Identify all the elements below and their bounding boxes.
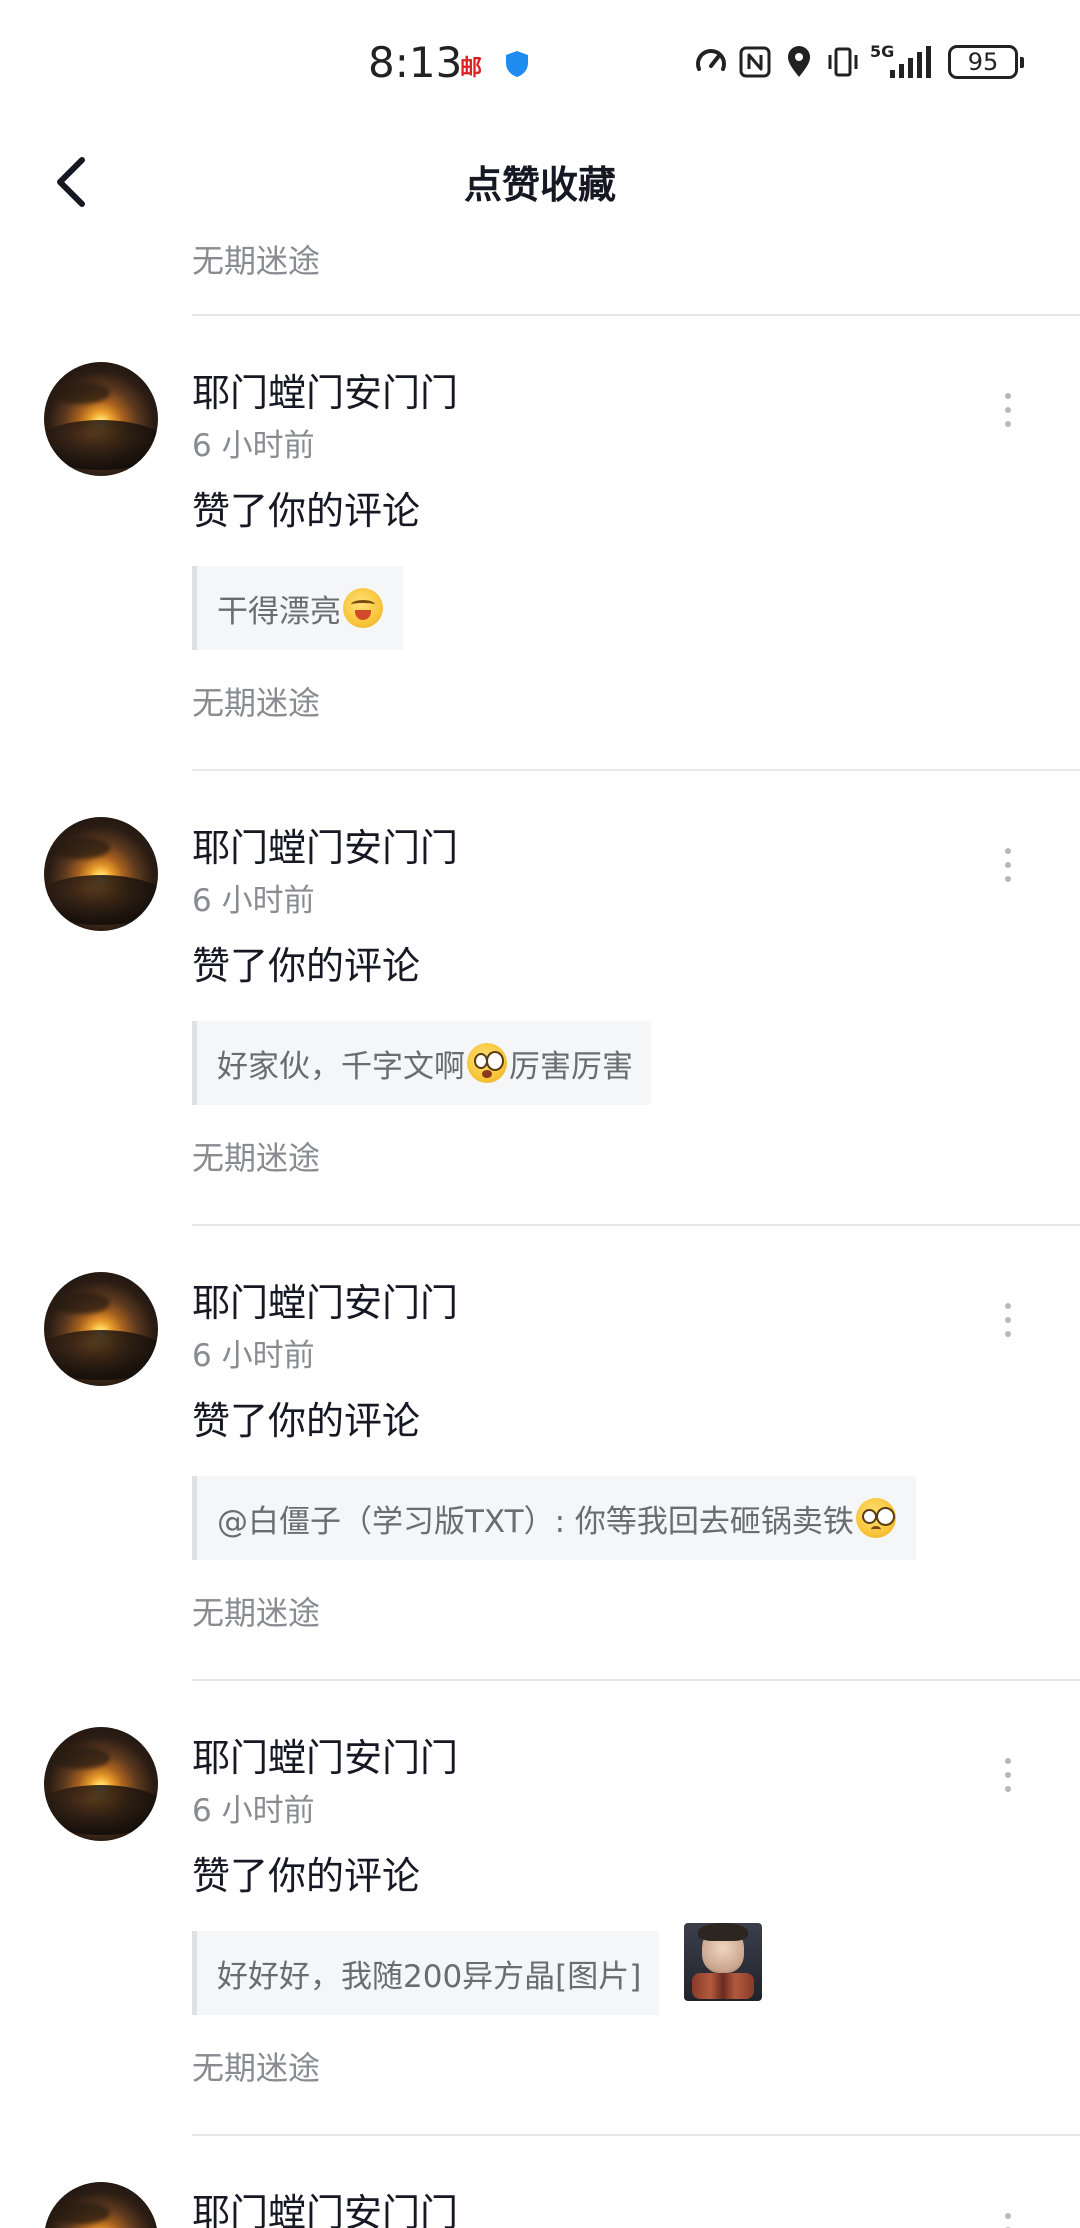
quoted-comment[interactable]: 好好好，我随200异方晶[图片] xyxy=(192,1931,660,2015)
quoted-comment[interactable]: @白僵子（学习版TXT）: 你等我回去砸锅卖铁 xyxy=(192,1476,916,1560)
shield-icon xyxy=(506,51,528,77)
action-text: 赞了你的评论 xyxy=(192,944,421,988)
blush-emoji-icon xyxy=(343,588,383,628)
signal-icon: 5G xyxy=(870,44,934,80)
divider xyxy=(192,1224,1080,1226)
more-options-button[interactable] xyxy=(992,1290,1024,1350)
battery-level: 95 xyxy=(967,48,999,76)
quote-text: @白僵子（学习版TXT）: 你等我回去砸锅卖铁 xyxy=(217,1503,854,1540)
source-label[interactable]: 无期迷途 xyxy=(192,1588,320,1634)
username[interactable]: 耶门螳门安门门 xyxy=(192,2182,458,2228)
avatar[interactable] xyxy=(44,362,158,476)
divider xyxy=(192,1679,1080,1681)
divider xyxy=(192,2134,1080,2136)
nav-header: 点赞收藏 xyxy=(0,128,1080,228)
mail-notification-icon: 邮 xyxy=(460,56,483,81)
action-text: 赞了你的评论 xyxy=(192,1399,421,1443)
battery-icon: 95 xyxy=(948,45,1024,79)
more-options-button[interactable] xyxy=(992,1745,1024,1805)
notification-item[interactable]: 耶门螳门安门门 6 小时前 赞了你的评论 干得漂亮 无期迷途 xyxy=(0,318,1080,773)
more-options-button[interactable] xyxy=(992,380,1024,440)
divider xyxy=(192,314,1080,316)
quote-text: 干得漂亮 xyxy=(217,593,341,630)
quote-text: 好家伙，千字文啊 xyxy=(217,1048,465,1085)
status-time: 8:13 xyxy=(368,38,463,87)
avatar[interactable] xyxy=(44,1727,158,1841)
username[interactable]: 耶门螳门安门门 xyxy=(192,1727,458,1782)
avatar[interactable] xyxy=(44,2182,158,2228)
pleading-emoji-icon xyxy=(855,1498,896,1538)
status-bar: 8:13 邮 5G 95 xyxy=(0,0,1080,128)
quoted-comment[interactable]: 好家伙，千字文啊 厉害厉害 xyxy=(192,1021,651,1105)
location-icon xyxy=(788,46,810,77)
timestamp: 6 小时前 xyxy=(192,1338,315,1374)
notification-feed[interactable]: 无期迷途 耶门螳门安门门 6 小时前 赞了你的评论 干得漂亮 无期迷途 耶门螳门… xyxy=(0,0,1080,2228)
timestamp: 6 小时前 xyxy=(192,1793,315,1829)
notification-item[interactable]: 耶门螳门安门门 xyxy=(0,2138,1080,2228)
amazed-emoji-icon xyxy=(467,1043,507,1083)
source-label[interactable]: 无期迷途 xyxy=(192,1133,320,1179)
page-title: 点赞收藏 xyxy=(463,163,616,207)
username[interactable]: 耶门螳门安门门 xyxy=(192,1272,458,1327)
vibrate-icon xyxy=(828,47,858,77)
username[interactable]: 耶门螳门安门门 xyxy=(192,362,458,417)
speedometer-icon xyxy=(696,49,726,71)
quote-text: 好好好，我随200异方晶[图片] xyxy=(217,1958,642,1995)
timestamp: 6 小时前 xyxy=(192,428,315,464)
notification-item[interactable]: 耶门螳门安门门 6 小时前 赞了你的评论 好好好，我随200异方晶[图片] 无期… xyxy=(0,1683,1080,2138)
more-options-button[interactable] xyxy=(992,835,1024,895)
source-label[interactable]: 无期迷途 xyxy=(192,678,320,724)
action-text: 赞了你的评论 xyxy=(192,489,421,533)
username[interactable]: 耶门螳门安门门 xyxy=(192,817,458,872)
source-label[interactable]: 无期迷途 xyxy=(192,236,320,282)
divider xyxy=(192,769,1080,771)
comment-image-thumbnail[interactable] xyxy=(684,1923,762,2001)
quote-text-after: 厉害厉害 xyxy=(509,1048,633,1085)
status-icons: 5G 95 xyxy=(694,42,1024,82)
avatar[interactable] xyxy=(44,1272,158,1386)
notification-item[interactable]: 耶门螳门安门门 6 小时前 赞了你的评论 好家伙，千字文啊 厉害厉害 无期迷途 xyxy=(0,773,1080,1228)
quoted-comment[interactable]: 干得漂亮 xyxy=(192,566,403,650)
timestamp: 6 小时前 xyxy=(192,883,315,919)
avatar[interactable] xyxy=(44,817,158,931)
more-options-button[interactable] xyxy=(992,2200,1024,2228)
notification-item[interactable]: 耶门螳门安门门 6 小时前 赞了你的评论 @白僵子（学习版TXT）: 你等我回去… xyxy=(0,1228,1080,1683)
action-text: 赞了你的评论 xyxy=(192,1854,421,1898)
nfc-icon xyxy=(739,46,771,78)
source-label[interactable]: 无期迷途 xyxy=(192,2043,320,2089)
